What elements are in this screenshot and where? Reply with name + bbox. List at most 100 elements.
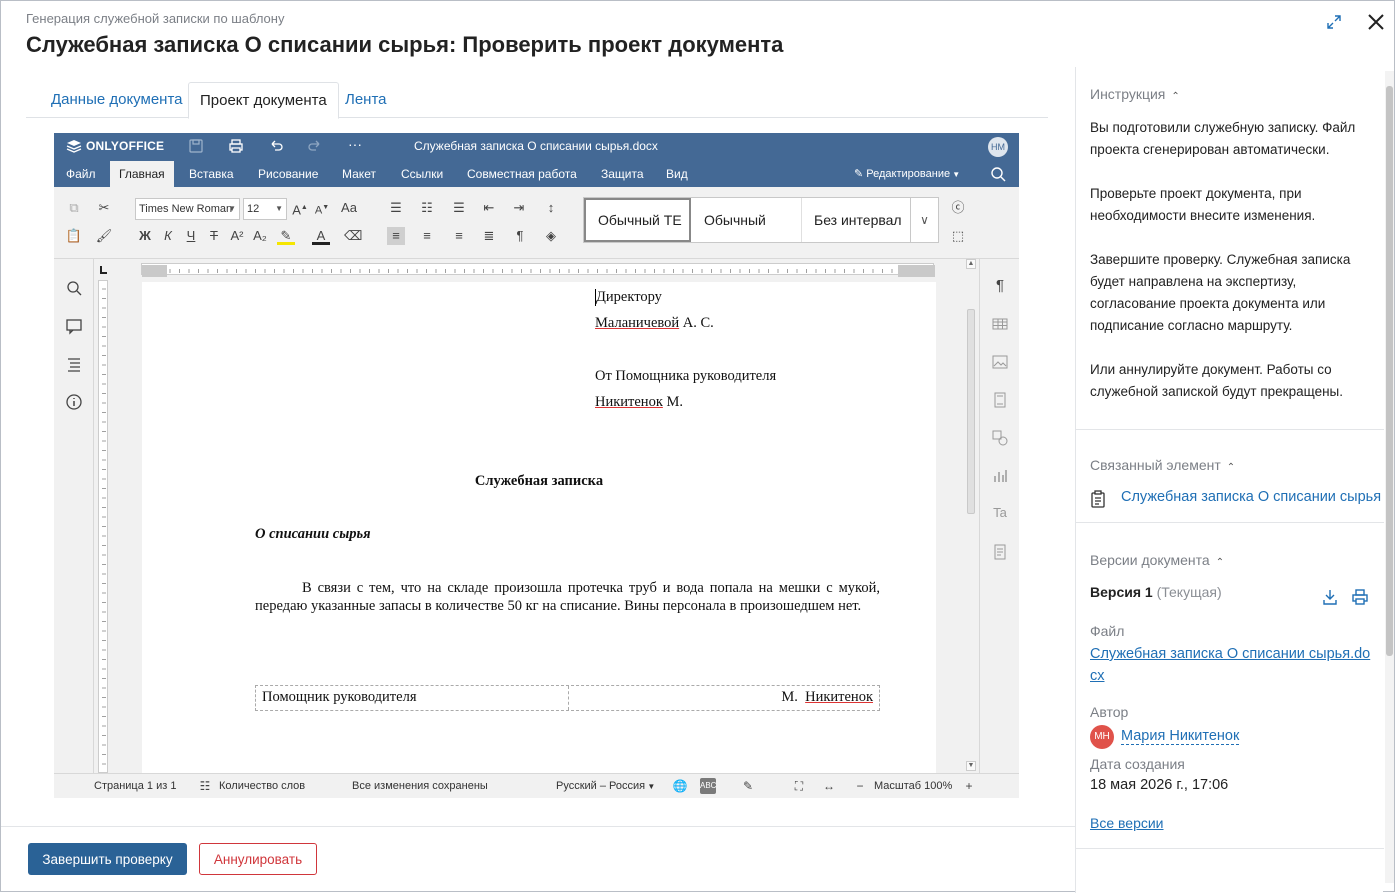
document-page[interactable]: Директору Маланичевой А. С. От Помощника… <box>142 282 936 773</box>
print-icon[interactable] <box>227 137 245 155</box>
shape-settings-icon[interactable] <box>991 429 1009 447</box>
numbered-list-icon[interactable]: ☷ <box>418 199 436 217</box>
copy-icon[interactable]: ⧉ <box>65 199 83 217</box>
subscript-icon[interactable]: A₂ <box>251 227 269 245</box>
align-center-icon[interactable]: ≡ <box>418 227 436 245</box>
chevron-down-icon[interactable]: ∨ <box>910 198 938 242</box>
page-counter[interactable]: Страница 1 из 1 <box>94 780 176 792</box>
font-size-select[interactable]: 12 ▼ <box>243 198 287 220</box>
font-color-icon[interactable]: A <box>312 227 330 245</box>
horizontal-ruler[interactable] <box>141 263 935 277</box>
highlight-icon[interactable]: ✎ <box>277 227 295 245</box>
clear-format-icon[interactable]: ⌫ <box>344 227 362 245</box>
style-no-spacing[interactable]: Без интервал <box>801 198 909 242</box>
word-count-label[interactable]: Количество слов <box>219 780 305 792</box>
undo-icon[interactable] <box>267 137 285 155</box>
all-versions-link[interactable]: Все версии <box>1090 815 1164 831</box>
replace-icon[interactable]: ⓒ <box>949 199 967 217</box>
select-all-icon[interactable]: ⬚ <box>949 227 967 245</box>
scroll-down-icon[interactable]: ▼ <box>966 761 976 771</box>
download-icon[interactable] <box>1321 588 1339 606</box>
tab-feed[interactable]: Лента <box>334 82 398 118</box>
scroll-up-icon[interactable]: ▲ <box>966 259 976 269</box>
font-name-select[interactable]: Times New Roman ▼ <box>135 198 240 220</box>
increase-indent-icon[interactable]: ⇥ <box>510 199 528 217</box>
track-changes-icon[interactable]: ✎ <box>740 778 756 794</box>
menu-insert[interactable]: Вставка <box>180 161 243 187</box>
navigation-icon[interactable] <box>65 355 83 373</box>
scroll-thumb[interactable] <box>967 309 975 514</box>
shading-icon[interactable]: ◈ <box>542 227 560 245</box>
bullet-list-icon[interactable]: ☰ <box>387 199 405 217</box>
menu-home[interactable]: Главная <box>110 161 174 187</box>
header-footer-icon[interactable] <box>991 391 1009 409</box>
search-icon[interactable] <box>65 279 83 297</box>
paste-icon[interactable]: 📋 <box>65 227 83 245</box>
tab-document-draft[interactable]: Проект документа <box>188 82 339 119</box>
language-select[interactable]: Русский – Россия ▼ <box>556 780 655 792</box>
underline-icon[interactable]: Ч <box>182 227 200 245</box>
menu-protection[interactable]: Защита <box>592 161 653 187</box>
strikethrough-icon[interactable]: T <box>205 227 223 245</box>
menu-collaboration[interactable]: Совместная работа <box>458 161 586 187</box>
align-justify-icon[interactable]: ≣ <box>480 227 498 245</box>
word-count-icon[interactable]: ☷ <box>197 778 213 794</box>
menu-references[interactable]: Ссылки <box>392 161 452 187</box>
linked-element-link[interactable]: Служебная записка О списании сырья <box>1121 489 1381 505</box>
chart-settings-icon[interactable] <box>991 467 1009 485</box>
menu-file[interactable]: Файл <box>57 161 105 187</box>
scroll-thumb[interactable] <box>1386 86 1393 656</box>
expand-icon[interactable] <box>1325 13 1343 31</box>
form-settings-icon[interactable] <box>991 543 1009 561</box>
print-icon[interactable] <box>1351 588 1369 606</box>
format-painter-icon[interactable]: 🖌 <box>95 227 113 245</box>
close-icon[interactable] <box>1365 11 1387 33</box>
table-settings-icon[interactable] <box>991 315 1009 333</box>
cut-icon[interactable]: ✂ <box>95 199 113 217</box>
bold-icon[interactable]: Ж <box>136 227 154 245</box>
search-icon[interactable] <box>990 166 1006 182</box>
save-icon[interactable] <box>187 137 205 155</box>
editing-mode-dropdown[interactable]: ✎ Редактирование ▼ <box>854 167 960 180</box>
more-icon[interactable]: ··· <box>346 137 364 155</box>
cancel-document-button[interactable]: Аннулировать <box>199 843 317 875</box>
fit-page-icon[interactable]: ⛶ <box>791 778 807 794</box>
style-normal[interactable]: Обычный <box>692 198 800 242</box>
multilevel-list-icon[interactable]: ☰ <box>450 199 468 217</box>
vertical-ruler[interactable] <box>98 280 108 773</box>
zoom-in-icon[interactable]: + <box>961 778 977 794</box>
align-left-icon[interactable]: ≡ <box>387 227 405 245</box>
tab-stop-selector[interactable] <box>98 263 108 275</box>
file-link[interactable]: Служебная записка О списании сырья.do cx <box>1090 643 1370 687</box>
redo-icon[interactable] <box>306 137 324 155</box>
instruction-section-toggle[interactable]: Инструкция ⌃ <box>1090 86 1180 102</box>
finish-review-button[interactable]: Завершить проверку <box>28 843 187 875</box>
increase-font-icon[interactable]: A▲ <box>291 199 309 217</box>
author-link[interactable]: Мария Никитенок <box>1121 728 1240 745</box>
decrease-font-icon[interactable]: A▼ <box>313 199 331 217</box>
tab-document-data[interactable]: Данные документа <box>40 82 194 118</box>
panel-scrollbar[interactable] <box>1385 71 1394 883</box>
editor-user-avatar[interactable]: НМ <box>988 137 1008 157</box>
style-normal-te[interactable]: Обычный ТЕ <box>584 198 691 242</box>
info-icon[interactable] <box>65 393 83 411</box>
line-spacing-icon[interactable]: ↕ <box>542 199 560 217</box>
fit-width-icon[interactable]: ↔ <box>821 778 837 794</box>
versions-section-toggle[interactable]: Версии документа ⌃ <box>1090 552 1224 568</box>
align-right-icon[interactable]: ≡ <box>450 227 468 245</box>
paragraph-settings-icon[interactable]: ¶ <box>991 277 1009 295</box>
menu-view[interactable]: Вид <box>657 161 697 187</box>
italic-icon[interactable]: К <box>159 227 177 245</box>
decrease-indent-icon[interactable]: ⇤ <box>480 199 498 217</box>
zoom-out-icon[interactable]: − <box>852 778 868 794</box>
linked-section-toggle[interactable]: Связанный элемент ⌃ <box>1090 457 1235 473</box>
menu-draw[interactable]: Рисование <box>249 161 327 187</box>
comments-icon[interactable] <box>65 317 83 335</box>
superscript-icon[interactable]: A² <box>228 227 246 245</box>
paragraph-marks-icon[interactable]: ¶ <box>511 227 529 245</box>
spellcheck-icon[interactable]: ABC <box>700 778 716 794</box>
menu-layout[interactable]: Макет <box>333 161 385 187</box>
change-case-icon[interactable]: Aa <box>337 199 361 217</box>
globe-icon[interactable]: 🌐 <box>672 778 688 794</box>
editor-scrollbar[interactable]: ▲ ▼ <box>965 259 977 773</box>
